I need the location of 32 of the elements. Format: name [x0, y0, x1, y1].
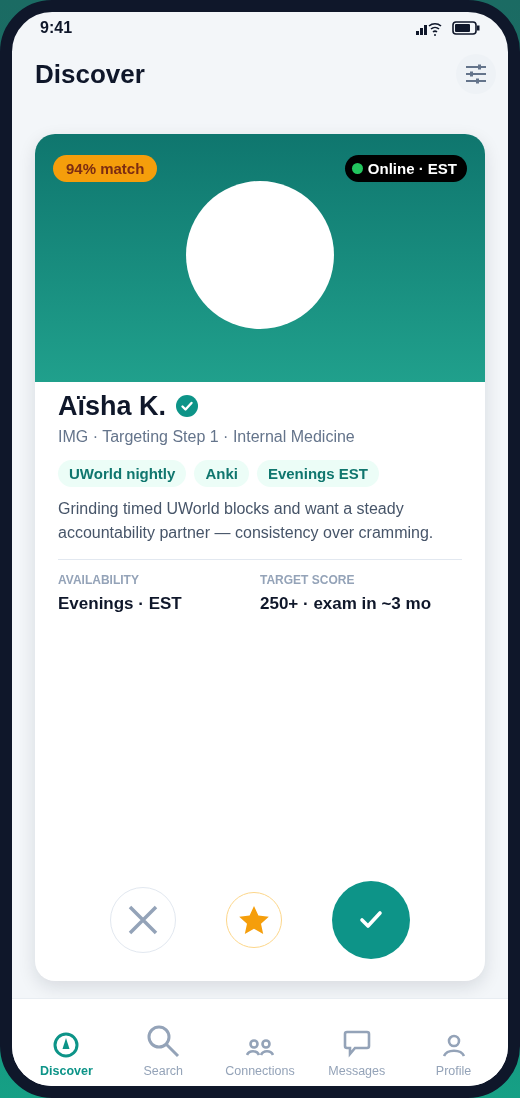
- match-badge: 94% match: [53, 154, 158, 182]
- profile-subtitle: IMG · Targeting Step 1 · Internal Medicine: [58, 428, 356, 446]
- compass-icon: [53, 1032, 80, 1058]
- signal-icon: [416, 20, 442, 36]
- status-label: Online · EST: [367, 159, 457, 177]
- chat-bubble-icon: [342, 1030, 371, 1058]
- search-icon: [146, 1024, 181, 1058]
- status-time: 9:41: [40, 19, 73, 37]
- fact-label: AVAILABILITY: [58, 573, 140, 587]
- nav-tab[interactable]: Profile: [405, 999, 502, 1078]
- nav-tab[interactable]: Discover: [18, 999, 115, 1078]
- people-icon: [246, 1038, 274, 1058]
- nav-tab[interactable]: Connections: [211, 999, 309, 1078]
- check-icon: [359, 910, 383, 930]
- favorite-button[interactable]: [226, 892, 282, 948]
- fact-value: 250+ · exam in ~3 mo: [260, 594, 433, 614]
- nav-tab[interactable]: Messages: [308, 999, 406, 1078]
- close-icon: [128, 905, 158, 935]
- nav-tab[interactable]: Search: [114, 999, 212, 1078]
- star-icon: [238, 905, 270, 935]
- profile-bio: Grinding timed UWorld blocks and want a steady accountability partner — consistency over cramming.: [58, 499, 435, 543]
- study-tag: Evenings EST: [256, 460, 379, 487]
- person-icon: [441, 1034, 466, 1058]
- profile-name: Aïsha K.: [58, 390, 167, 422]
- filter-button[interactable]: [456, 54, 496, 94]
- fact-label: TARGET SCORE: [260, 573, 356, 587]
- page-title: Discover: [35, 58, 145, 90]
- fact-value: Evenings · EST: [58, 594, 183, 614]
- study-tag: Anki: [194, 460, 249, 487]
- study-tag: UWorld nightly: [58, 460, 187, 487]
- settings-sliders-icon: [465, 64, 487, 84]
- battery-icon: [452, 21, 480, 35]
